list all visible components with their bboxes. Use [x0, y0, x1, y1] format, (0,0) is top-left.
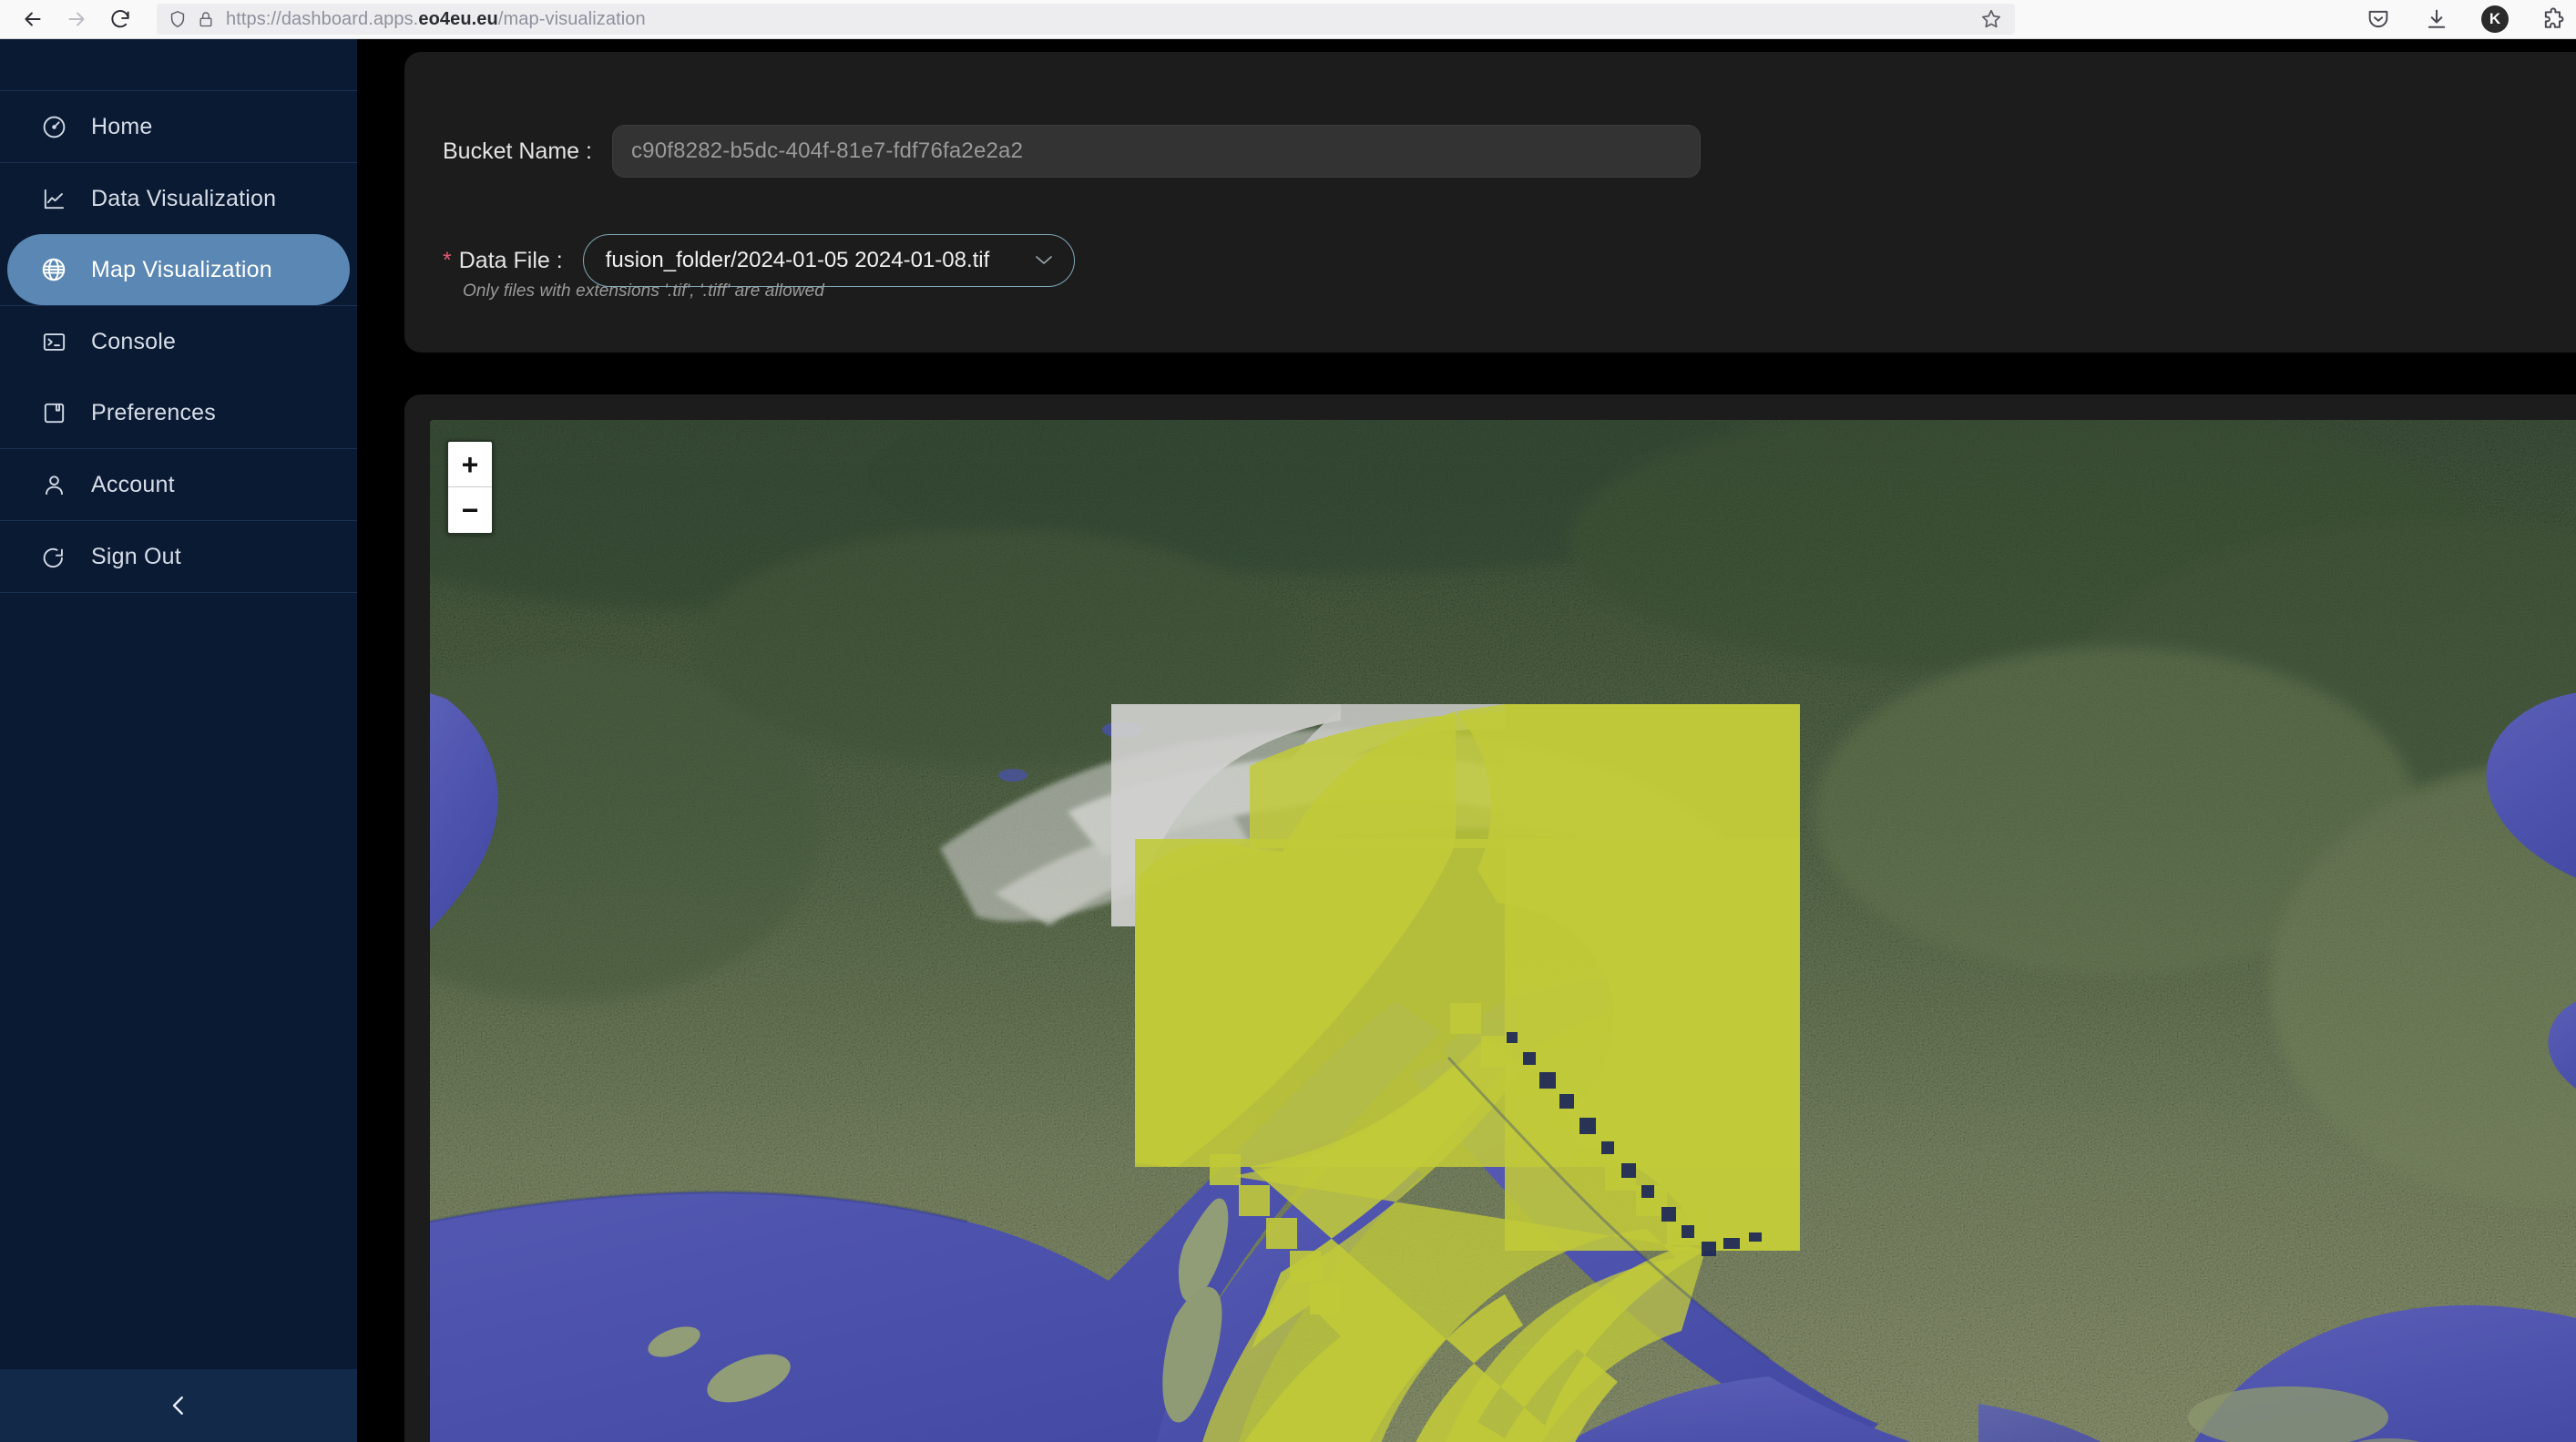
reload-icon: [111, 10, 129, 28]
pocket-save-icon: [2368, 10, 2388, 28]
url-text: https://dashboard.apps.eo4eu.eu/map-visu…: [226, 9, 2004, 30]
url-path: /map-visualization: [497, 8, 646, 29]
account-avatar: K: [2481, 5, 2509, 33]
main-content: Bucket Name : c90f8282-b5dc-404f-81e7-fd…: [357, 39, 2576, 1442]
data-source-form-card: Bucket Name : c90f8282-b5dc-404f-81e7-fd…: [404, 52, 2576, 353]
arrow-right-icon: [68, 12, 85, 26]
logout-icon: [40, 543, 67, 570]
map-card: + −: [404, 394, 2576, 1442]
sidebar-item-label: Map Visualization: [91, 256, 272, 282]
data-file-selected-value: fusion_folder/2024-01-05 2024-01-08.tif: [605, 248, 990, 272]
arrow-left-icon: [25, 12, 41, 26]
map-zoom-controls: + −: [446, 440, 494, 535]
sidebar-item-map-visualization[interactable]: Map Visualization: [7, 234, 350, 305]
forward-button[interactable]: [56, 3, 97, 36]
sidebar-header-spacer: [0, 39, 357, 90]
data-file-helper-text: Only files with extensions '.tif', '.tif…: [463, 281, 824, 301]
chevron-down-icon: [1034, 251, 1054, 270]
data-file-label: Data File :: [458, 247, 563, 273]
sidebar-item-sign-out[interactable]: Sign Out: [7, 521, 350, 592]
sidebar: Home Data Visualization Map Visualizatio…: [0, 39, 357, 1442]
sidebar-item-label: Sign Out: [91, 543, 181, 569]
extensions-button[interactable]: [2538, 4, 2569, 35]
data-file-field-row: * Data File : fusion_folder/2024-01-05 2…: [443, 234, 1075, 287]
chevron-left-icon: [172, 1396, 183, 1415]
pocket-button[interactable]: [2363, 4, 2394, 35]
downloads-button[interactable]: [2421, 4, 2452, 35]
sidebar-item-console[interactable]: Console: [7, 306, 350, 377]
zoom-in-button[interactable]: +: [448, 442, 492, 487]
url-domain: eo4eu.eu: [418, 8, 498, 29]
account-button[interactable]: K: [2479, 4, 2510, 35]
globe-icon: [40, 256, 67, 283]
sidebar-group-2: Data Visualization Map Visualization: [0, 162, 357, 305]
url-security-icons: [168, 9, 215, 29]
bucket-name-label: Bucket Name :: [443, 138, 592, 164]
puzzle-piece-icon: [2544, 7, 2564, 28]
sidebar-item-account[interactable]: Account: [7, 449, 350, 520]
lock-icon[interactable]: [197, 10, 215, 28]
app-page: Home Data Visualization Map Visualizatio…: [0, 39, 2576, 1442]
map-viewport[interactable]: + −: [430, 420, 2576, 1442]
sidebar-item-label: Home: [91, 113, 153, 139]
data-file-select[interactable]: fusion_folder/2024-01-05 2024-01-08.tif: [582, 234, 1075, 287]
dashboard-gauge-icon: [40, 113, 67, 140]
sidebar-item-data-visualization[interactable]: Data Visualization: [7, 163, 350, 234]
url-prefix: https://dashboard.apps.: [226, 8, 419, 29]
map-satellite-imagery: [430, 420, 2576, 1442]
sidebar-item-preferences[interactable]: Preferences: [7, 377, 350, 448]
sidebar-group-1: Home: [0, 90, 357, 162]
sidebar-spacer: [0, 592, 357, 1369]
bucket-name-input[interactable]: c90f8282-b5dc-404f-81e7-fdf76fa2e2a2: [611, 125, 1701, 178]
data-file-select-wrap: fusion_folder/2024-01-05 2024-01-08.tif: [582, 234, 1075, 287]
required-asterisk: *: [443, 247, 452, 273]
zoom-out-button[interactable]: −: [448, 487, 492, 533]
shield-icon[interactable]: [168, 9, 188, 29]
sidebar-group-3: Console Preferences: [0, 305, 357, 448]
sidebar-item-home[interactable]: Home: [7, 91, 350, 162]
bucket-name-value: c90f8282-b5dc-404f-81e7-fdf76fa2e2a2: [630, 138, 1024, 163]
user-icon: [40, 471, 67, 498]
sidebar-item-label: Console: [91, 328, 177, 354]
save-disk-icon: [40, 399, 67, 426]
sidebar-item-label: Preferences: [91, 399, 216, 425]
terminal-icon: [40, 328, 67, 355]
sidebar-collapse-button[interactable]: [0, 1369, 357, 1442]
browser-extension-icons: K: [2363, 4, 2576, 35]
sidebar-group-5: Sign Out: [0, 520, 357, 592]
bucket-name-field-row: Bucket Name : c90f8282-b5dc-404f-81e7-fd…: [443, 125, 1701, 178]
reload-button[interactable]: [100, 3, 140, 36]
sidebar-item-label: Data Visualization: [91, 185, 277, 211]
download-icon: [2428, 9, 2446, 28]
sidebar-group-4: Account: [0, 448, 357, 520]
line-chart-icon: [40, 185, 67, 212]
url-bar[interactable]: https://dashboard.apps.eo4eu.eu/map-visu…: [157, 4, 2015, 35]
back-button[interactable]: [13, 3, 53, 36]
bookmark-button[interactable]: [1977, 5, 2006, 34]
browser-nav-buttons: [0, 3, 140, 36]
sidebar-item-label: Account: [91, 471, 175, 497]
browser-toolbar: https://dashboard.apps.eo4eu.eu/map-visu…: [0, 0, 2576, 39]
star-icon: [1981, 9, 2001, 28]
